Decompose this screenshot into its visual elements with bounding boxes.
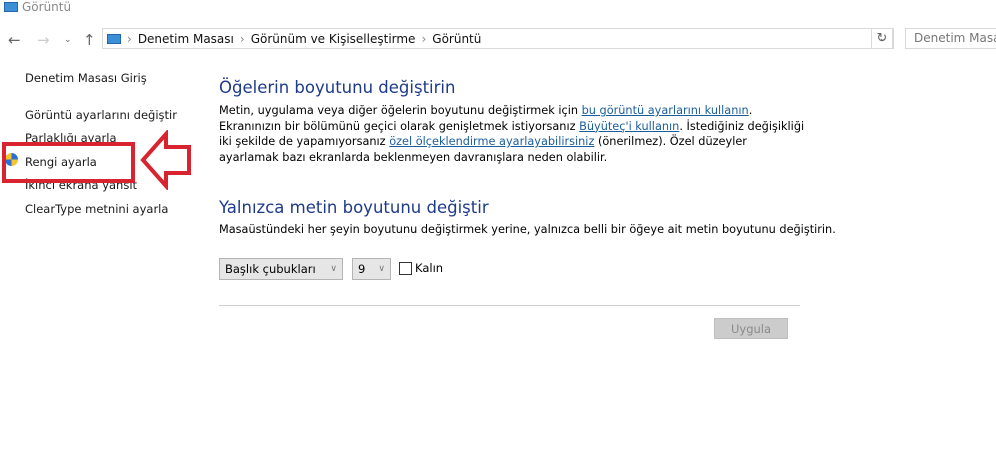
refresh-button[interactable]: ↻ <box>871 28 893 49</box>
section-description: Metin, uygulama veya diğer öğelerin boyu… <box>219 103 809 165</box>
search-input[interactable]: Denetim Masası'nda Ara <box>905 28 996 49</box>
breadcrumb-item[interactable]: Görünüm ve Kişiselleştirme <box>251 32 416 46</box>
window-icon <box>4 2 18 12</box>
bold-label: Kalın <box>415 261 444 275</box>
bold-checkbox[interactable] <box>399 262 412 275</box>
section-title-text-size: Yalnızca metin boyutunu değiştir <box>219 198 489 217</box>
sidebar-item-home[interactable]: Denetim Masası Giriş <box>25 71 147 85</box>
size-select[interactable]: 9 ∨ <box>352 258 391 280</box>
sidebar-item-cleartype[interactable]: ClearType metnini ayarla <box>25 202 168 216</box>
apply-button[interactable]: Uygula <box>714 318 788 339</box>
up-button[interactable]: ↑ <box>83 31 96 49</box>
breadcrumb-item[interactable]: Denetim Masası <box>138 32 234 46</box>
divider <box>219 305 800 306</box>
size-select-value: 9 <box>358 262 366 276</box>
address-bar[interactable]: › Denetim Masası › Görünüm ve Kişiselleş… <box>102 28 894 49</box>
highlight-box <box>2 142 135 183</box>
breadcrumb-item[interactable]: Görüntü <box>432 32 481 46</box>
recent-dropdown[interactable]: ⌄ <box>64 35 72 45</box>
display-settings-link[interactable]: bu görüntü ayarlarını kullanın <box>582 104 749 117</box>
text: Metin, uygulama veya diğer öğelerin boyu… <box>219 104 582 117</box>
window-title: Görüntü <box>22 0 72 14</box>
computer-icon <box>107 33 121 44</box>
chevron-right-icon: › <box>127 31 132 46</box>
sidebar-item-display-settings[interactable]: Görüntü ayarlarını değiştir <box>25 108 177 122</box>
custom-scaling-link[interactable]: özel ölçeklendirme ayarlayabilirsiniz <box>389 135 594 148</box>
chevron-right-icon: › <box>239 31 245 46</box>
magnifier-link[interactable]: Büyüteç'i kullanın <box>579 120 679 133</box>
item-select-value: Başlık çubukları <box>225 262 316 276</box>
chevron-down-icon: ∨ <box>378 264 385 274</box>
forward-button[interactable]: → <box>37 31 50 49</box>
chevron-right-icon: › <box>421 31 427 46</box>
arrow-left-icon <box>140 130 191 190</box>
section-title-items: Öğelerin boyutunu değiştirin <box>219 78 456 97</box>
chevron-down-icon: ∨ <box>330 264 337 274</box>
back-button[interactable]: ← <box>8 31 21 49</box>
text-size-description: Masaüstündeki her şeyin boyutunu değişti… <box>219 223 836 236</box>
item-select[interactable]: Başlık çubukları ∨ <box>219 258 343 280</box>
